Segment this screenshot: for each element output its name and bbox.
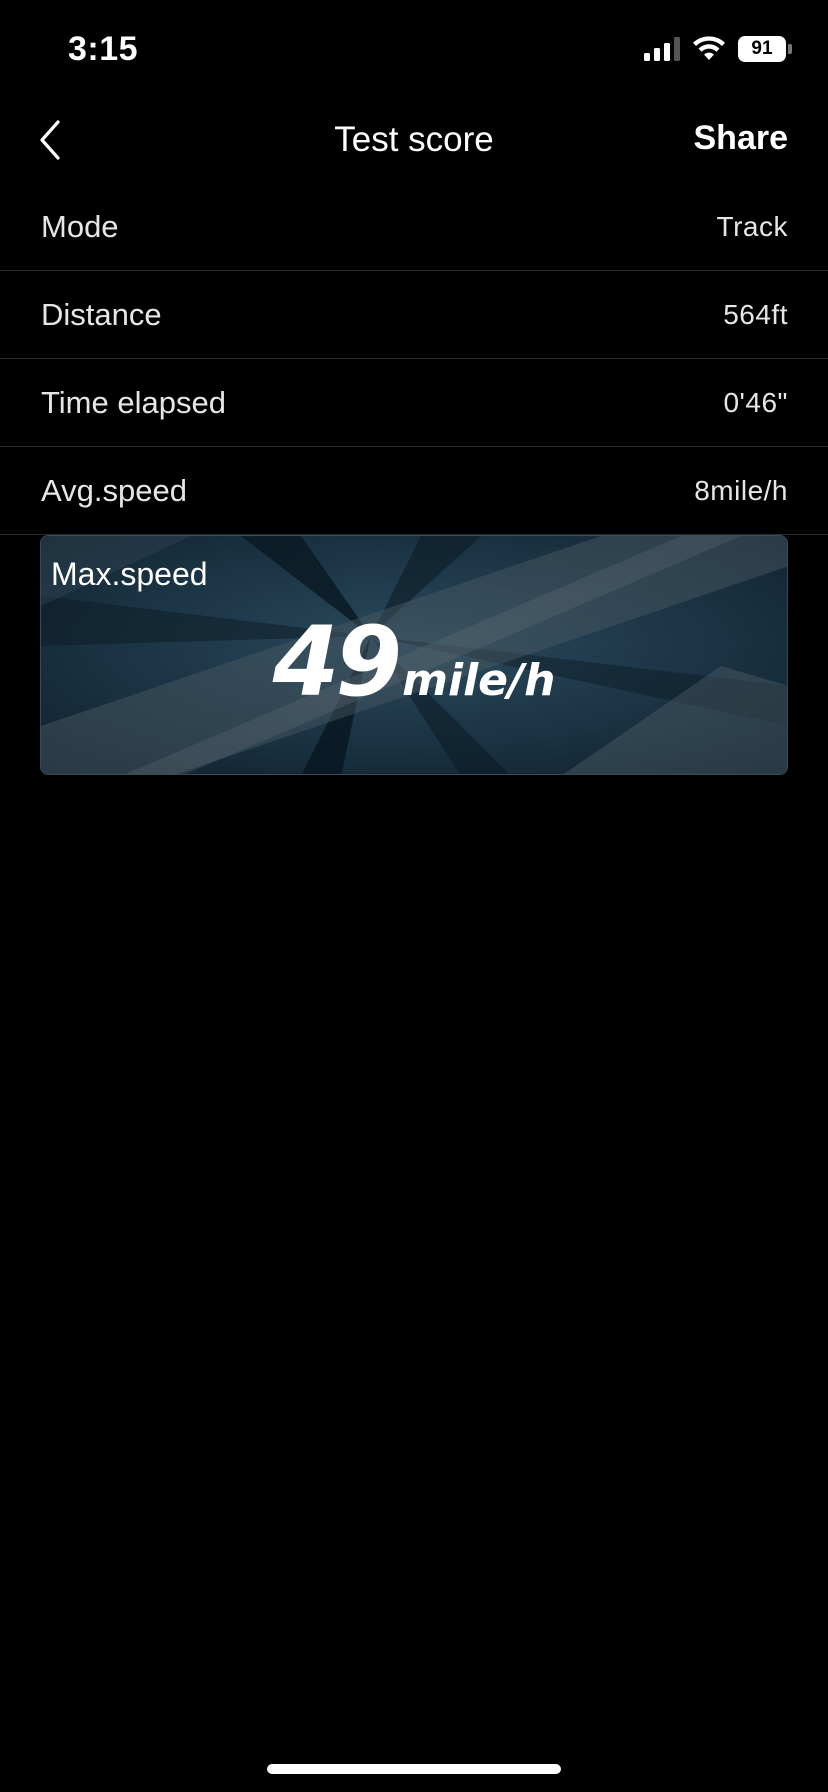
status-time: 3:15 <box>68 30 139 68</box>
wifi-icon <box>693 36 725 60</box>
distance-value: 564ft <box>723 298 788 330</box>
max-speed-card: Max.speed 49mile/h <box>40 535 788 775</box>
mode-row: Mode Track <box>0 180 828 271</box>
battery-icon: 91 <box>738 36 792 62</box>
mode-label: Mode <box>41 209 119 244</box>
avg-speed-row: Avg.speed 8mile/h <box>0 447 828 535</box>
avg-speed-value: 8mile/h <box>694 474 788 506</box>
distance-label: Distance <box>41 296 162 332</box>
time-elapsed-value: 0'46" <box>723 386 788 418</box>
navigation-bar: Test score Share <box>0 100 828 180</box>
mode-value: Track <box>716 211 788 242</box>
max-speed-readout: 49mile/h <box>41 606 787 718</box>
share-button[interactable]: Share <box>694 119 789 158</box>
avg-speed-label: Avg.speed <box>41 472 187 508</box>
status-icons: 91 <box>644 34 792 64</box>
test-score-screen: 3:15 91 Test score Share Mode Track Dist… <box>0 0 828 1792</box>
time-elapsed-row: Time elapsed 0'46" <box>0 359 828 447</box>
cellular-signal-icon <box>644 37 680 61</box>
max-speed-value: 49 <box>272 606 403 718</box>
max-speed-unit: mile/h <box>402 655 556 706</box>
max-speed-label: Max.speed <box>51 556 208 592</box>
distance-row: Distance 564ft <box>0 271 828 359</box>
status-bar: 3:15 91 <box>0 0 828 100</box>
score-details-list: Mode Track Distance 564ft Time elapsed 0… <box>0 180 828 535</box>
home-indicator[interactable] <box>267 1764 561 1774</box>
battery-level: 91 <box>738 36 786 62</box>
time-elapsed-label: Time elapsed <box>41 384 226 420</box>
